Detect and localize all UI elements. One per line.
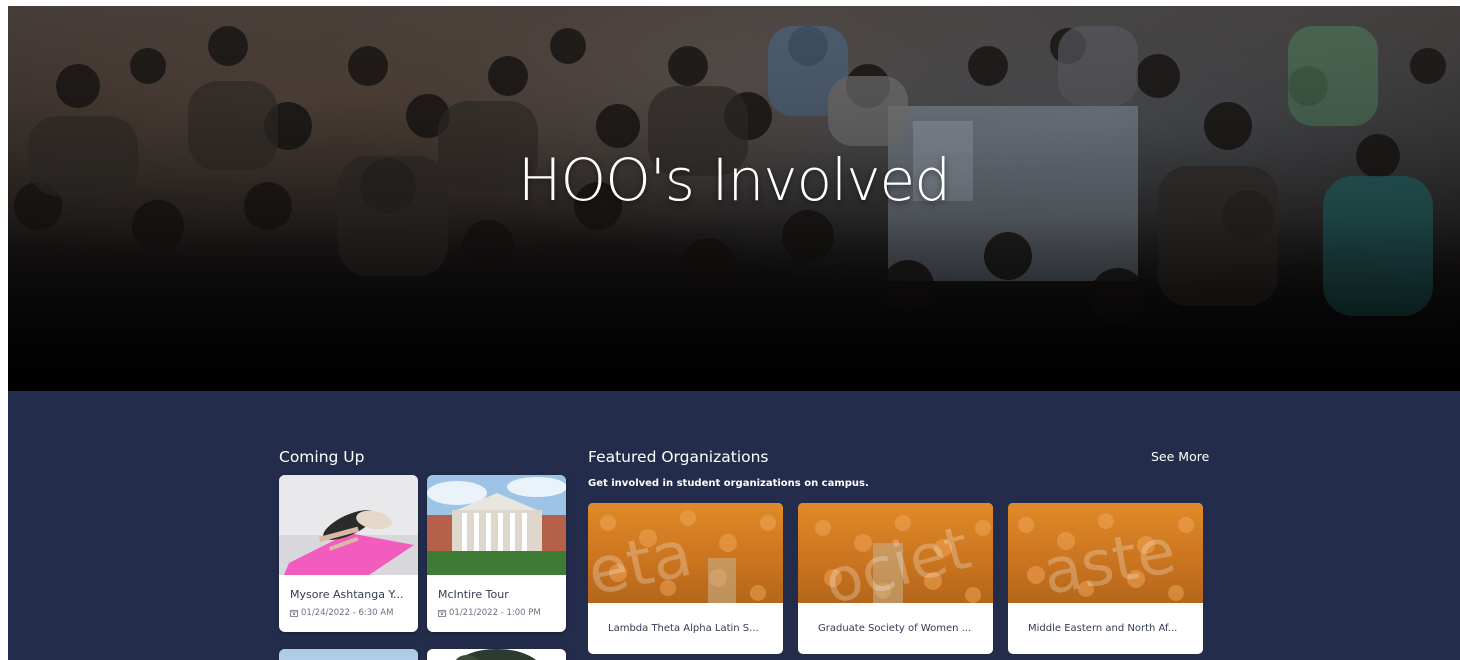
org-card-graduate-society-of-women[interactable]: ociet Graduate Society of Women ... [798, 503, 993, 654]
event-card-mcintire[interactable]: McIntire Tour 01/21/2022 - 1:00 PM [427, 475, 566, 632]
org-image: aste [1008, 503, 1203, 603]
event-image-yoga [279, 475, 418, 575]
org-name: Graduate Society of Women ... [818, 623, 972, 634]
featured-subtitle: Get involved in student organizations on… [588, 478, 869, 489]
event-card-partial[interactable] [427, 649, 566, 660]
calendar-icon [438, 610, 446, 617]
org-image: ociet [798, 503, 993, 603]
coming-up-heading: Coming Up [279, 448, 365, 466]
event-date-text: 01/24/2022 - 6:30 AM [301, 608, 394, 618]
event-date: 01/21/2022 - 1:00 PM [438, 608, 541, 618]
featured-organizations-heading: Featured Organizations [588, 448, 769, 466]
event-image [279, 649, 418, 660]
event-name: Mysore Ashtanga Y... [290, 588, 404, 601]
org-name: Lambda Theta Alpha Latin S... [608, 623, 759, 634]
event-card-mysore[interactable]: Mysore Ashtanga Y... 01/24/2022 - 6:30 A… [279, 475, 418, 632]
see-more-link[interactable]: See More [1151, 449, 1209, 464]
event-image [427, 649, 566, 660]
event-name: McIntire Tour [438, 588, 509, 601]
calendar-icon [290, 610, 298, 617]
hero-title: HOO's Involved [517, 146, 951, 214]
event-date-text: 01/21/2022 - 1:00 PM [449, 608, 541, 618]
org-image: eta [588, 503, 783, 603]
page-frame: HOO's Involved Coming Up Mysore Ashtanga… [8, 6, 1460, 660]
org-card-lambda-theta-alpha[interactable]: eta Lambda Theta Alpha Latin S... [588, 503, 783, 654]
event-card-partial[interactable] [279, 649, 418, 660]
hero-banner: HOO's Involved [8, 6, 1460, 391]
org-name: Middle Eastern and North Af... [1028, 623, 1178, 634]
event-image-building [427, 475, 566, 575]
org-watermark-text: aste [1037, 514, 1180, 603]
event-date: 01/24/2022 - 6:30 AM [290, 608, 393, 618]
org-card-middle-eastern-north-african[interactable]: aste Middle Eastern and North Af... [1008, 503, 1203, 654]
home-content-section: Coming Up Mysore Ashtanga Y... 01/24/202… [8, 391, 1460, 660]
